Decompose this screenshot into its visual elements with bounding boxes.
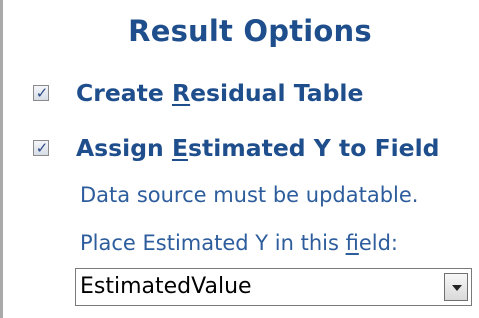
estimated-field-select[interactable]: EstimatedValue (75, 268, 472, 306)
create-residual-table-option[interactable]: ✓ Create Residual Table (33, 79, 363, 107)
assign-estimated-y-option[interactable]: ✓ Assign Estimated Y to Field (33, 134, 440, 162)
label-text-before: Create (76, 79, 172, 107)
accelerator-key: f (345, 231, 359, 255)
label-text-before: Place Estimated Y in this (80, 231, 346, 255)
panel-title: Result Options (128, 14, 372, 48)
dropdown-button[interactable] (444, 273, 468, 301)
create-residual-table-label[interactable]: Create Residual Table (76, 79, 363, 107)
assign-estimated-y-checkbox[interactable]: ✓ (33, 139, 49, 157)
label-text-after: esidual Table (190, 79, 364, 107)
create-residual-table-checkbox[interactable]: ✓ (33, 84, 49, 102)
accelerator-key: R (172, 79, 191, 107)
chevron-down-icon (452, 285, 462, 291)
selected-field-value: EstimatedValue (80, 274, 252, 299)
label-text-after: ield: (358, 231, 398, 255)
place-field-label: Place Estimated Y in this field: (80, 231, 398, 255)
assign-estimated-y-label[interactable]: Assign Estimated Y to Field (76, 134, 440, 162)
label-text-after: stimated Y to Field (188, 134, 440, 162)
label-text-before: Assign (76, 134, 172, 162)
accelerator-key: E (171, 134, 189, 162)
checkmark-icon: ✓ (35, 139, 49, 157)
updatable-note: Data source must be updatable. (80, 183, 419, 207)
result-options-panel: Result Options ✓ Create Residual Table ✓… (0, 0, 479, 318)
checkmark-icon: ✓ (35, 84, 49, 102)
